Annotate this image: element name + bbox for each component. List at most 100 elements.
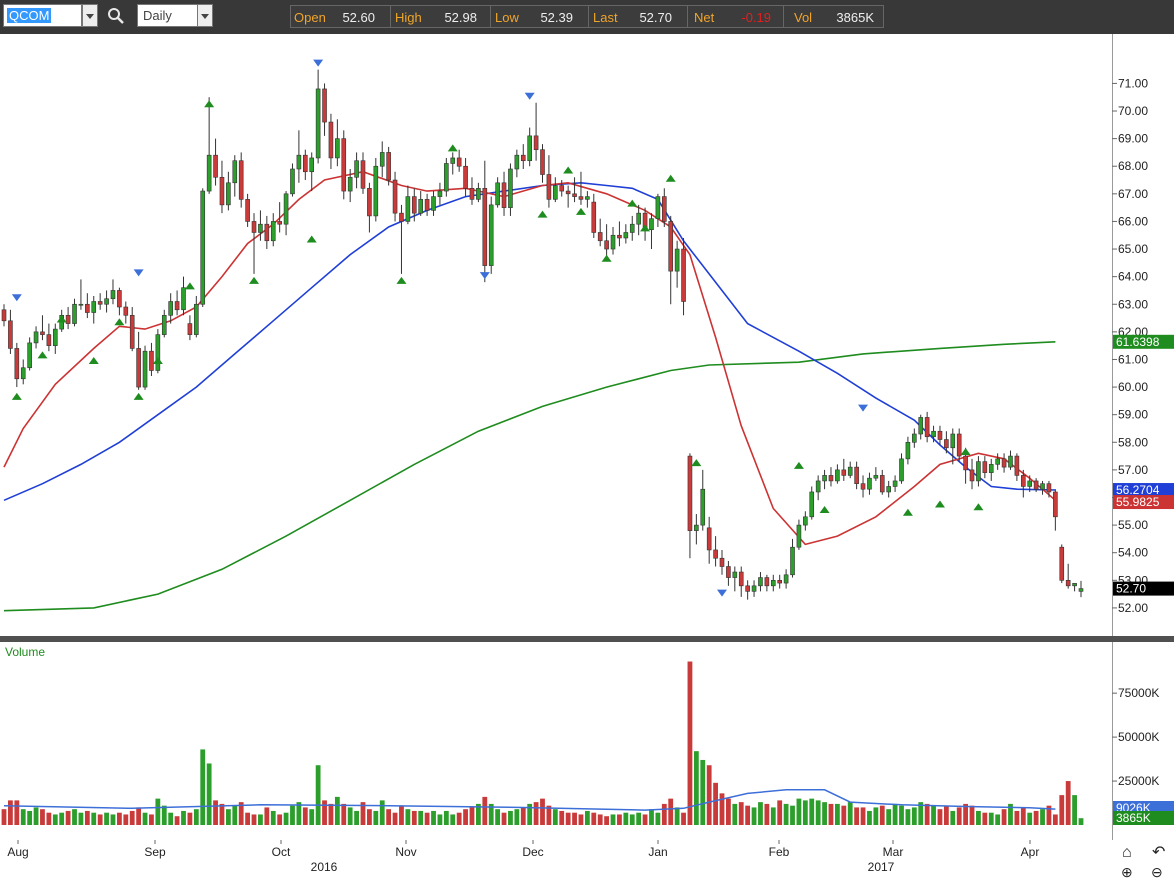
candle-body: [738, 571, 744, 587]
candle-body: [65, 314, 71, 324]
candle: [386, 146, 391, 186]
candle-body: [251, 221, 257, 233]
candle-body: [155, 334, 161, 371]
price-tick-label: 61.00: [1118, 352, 1148, 366]
volume-bar: [693, 751, 699, 825]
volume-bar: [264, 807, 270, 825]
interval-dropdown-button[interactable]: [197, 4, 213, 27]
candle-body: [290, 168, 295, 195]
price-tick-label: 52.00: [1118, 601, 1148, 615]
volume-bar: [661, 803, 667, 825]
candle-body: [309, 157, 315, 173]
volume-bar: [1052, 814, 1058, 825]
volume-bar: [20, 809, 26, 825]
search-icon[interactable]: [107, 7, 125, 25]
volume-bar: [911, 807, 917, 825]
volume-axis-labels: 9026K3865K: [1113, 801, 1174, 825]
candle-body: [1078, 588, 1084, 592]
volume-bar: [610, 814, 616, 825]
volume-bar: [136, 807, 142, 825]
candle-body: [841, 469, 847, 476]
candle-body: [777, 580, 782, 584]
candle-body: [662, 196, 667, 222]
volume-bar: [46, 812, 52, 825]
volume-bar: [78, 812, 84, 825]
volume-bar: [405, 809, 411, 825]
symbol-text: QCOM: [7, 8, 52, 23]
candle-body: [629, 223, 635, 233]
candle-body: [982, 461, 988, 473]
candle-body: [238, 160, 244, 200]
candle-body: [97, 301, 103, 305]
volume-bar: [514, 809, 520, 825]
candle-body: [437, 190, 443, 197]
candle-body: [40, 331, 45, 335]
volume-bar: [1072, 795, 1077, 825]
candle-body: [745, 585, 750, 592]
volume-bar: [245, 812, 251, 825]
candle-body: [668, 221, 674, 272]
candle-body: [828, 475, 834, 482]
candle-body: [181, 287, 186, 311]
candle-body: [456, 157, 462, 167]
candle-body: [514, 154, 520, 170]
candle-body: [72, 303, 77, 324]
candle-body: [937, 430, 943, 440]
candle: [155, 329, 161, 374]
volume-bar: [232, 805, 238, 825]
candle-body: [912, 433, 917, 443]
undo-icon[interactable]: ↶: [1152, 845, 1165, 861]
candle-body: [995, 458, 1000, 465]
volume-bar: [129, 810, 135, 825]
volume-bar: [104, 812, 109, 825]
candle: [1059, 544, 1065, 584]
candle-body: [104, 298, 109, 305]
volume-bar: [636, 812, 642, 825]
zoom-out-icon[interactable]: ⊖: [1151, 864, 1163, 880]
candle: [238, 152, 244, 208]
volume-label-text: 3865K: [1116, 811, 1151, 825]
candle-body: [578, 196, 584, 200]
quote-last-label: Last: [593, 10, 618, 25]
volume-bar: [822, 802, 827, 825]
candle-body: [636, 212, 641, 225]
candle-body: [488, 204, 494, 266]
volume-chart[interactable]: Volume 25000K 50000K 75000K 9026K3865K: [0, 642, 1174, 840]
volume-bar: [367, 809, 372, 825]
volume-bar: [65, 810, 71, 825]
volume-bar: [97, 814, 103, 825]
candle-body: [803, 516, 808, 526]
quote-low-value: 52.39: [540, 10, 573, 25]
candle-body: [976, 461, 981, 482]
candle-body: [129, 314, 135, 349]
volume-bar: [187, 812, 193, 825]
candle-body: [815, 480, 821, 493]
candle-body: [706, 527, 712, 551]
candle-body: [610, 234, 616, 250]
price-tick-label: 57.00: [1118, 463, 1148, 477]
price-tick-label: 66.00: [1118, 214, 1148, 228]
candle-body: [341, 138, 347, 192]
price-label-text: 52.70: [1116, 582, 1146, 596]
candle-body: [20, 367, 26, 380]
volume-bar: [456, 812, 462, 825]
home-icon[interactable]: ⌂: [1122, 845, 1132, 861]
volume-bar: [379, 800, 385, 825]
candle-body: [867, 477, 872, 490]
volume-bar: [540, 798, 545, 825]
interval-select[interactable]: Daily: [137, 4, 198, 27]
candle-body: [790, 546, 795, 576]
volume-tick-label: 50000K: [1118, 730, 1159, 744]
candle-body: [379, 152, 385, 167]
volume-bar: [1040, 809, 1045, 825]
volume-bar: [123, 814, 129, 825]
volume-bar: [469, 807, 475, 825]
zoom-in-icon[interactable]: ⊕: [1121, 864, 1133, 880]
candle-body: [322, 88, 327, 123]
volume-bar: [764, 803, 770, 825]
price-chart[interactable]: 52.0053.0054.0055.0056.0057.0058.0059.00…: [0, 34, 1174, 636]
symbol-dropdown-button[interactable]: [82, 4, 98, 27]
symbol-input[interactable]: QCOM: [3, 4, 82, 27]
quote-bar: Open 52.60 High 52.98 Low 52.39 Last 52.…: [290, 5, 884, 28]
volume-bar: [674, 807, 680, 825]
